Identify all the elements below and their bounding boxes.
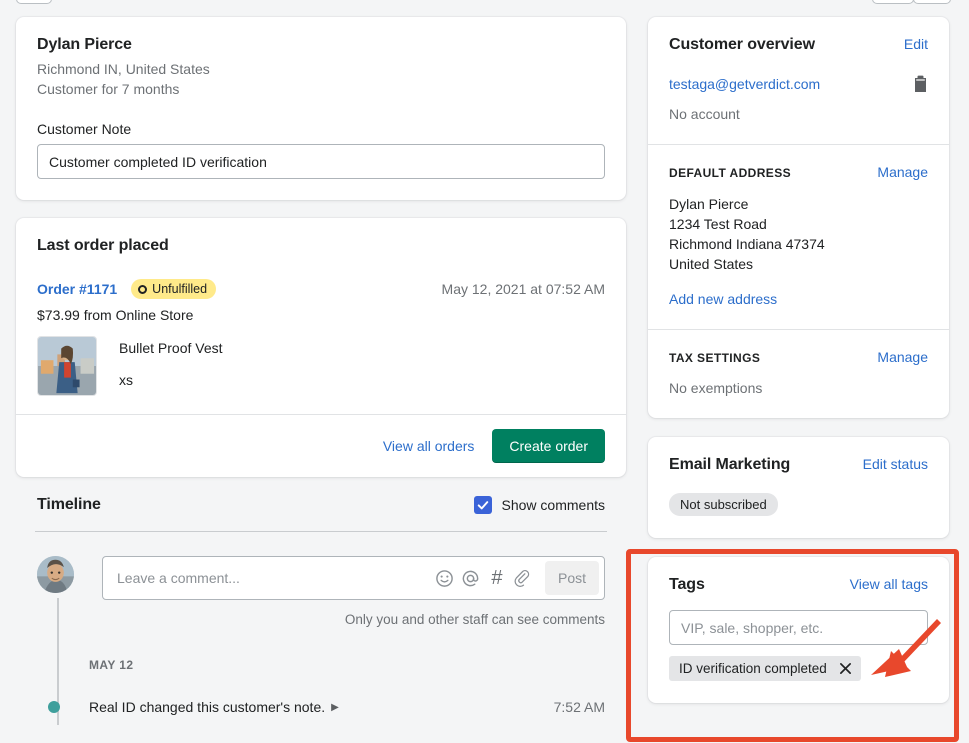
tax-settings-heading: TAX SETTINGS <box>669 351 761 365</box>
customer-summary-card: Dylan Pierce Richmond IN, United States … <box>16 17 626 200</box>
tax-status: No exemptions <box>669 380 763 396</box>
order-link[interactable]: Order #1171 <box>37 281 117 297</box>
status-badge-label: Unfulfilled <box>152 282 208 296</box>
email-subscription-status-badge: Not subscribed <box>669 493 778 516</box>
comment-input-row[interactable]: Leave a comment... # Post <box>102 556 605 600</box>
tag-chip: ID verification completed <box>669 656 861 681</box>
side-column: Customer overview Edit testaga@getverdic… <box>648 17 949 703</box>
close-icon[interactable] <box>839 662 852 675</box>
hashtag-icon[interactable]: # <box>484 565 510 591</box>
partial-button-top-right-1[interactable] <box>872 0 914 4</box>
email-marketing-header: Email Marketing Edit status <box>669 456 928 474</box>
timeline-dot-icon <box>48 701 60 713</box>
address-header: DEFAULT ADDRESS Manage <box>669 164 928 180</box>
order-amount-source: $73.99 from Online Store <box>37 307 194 323</box>
comment-visibility-hint: Only you and other staff can see comment… <box>344 612 605 627</box>
timeline-divider <box>35 531 607 532</box>
mention-icon[interactable] <box>458 565 484 591</box>
address-line: United States <box>669 256 754 272</box>
customer-overview-title: Customer overview <box>669 36 815 53</box>
email-marketing-card: Email Marketing Edit status Not subscrib… <box>648 437 949 538</box>
avatar <box>37 556 74 593</box>
post-comment-button[interactable]: Post <box>544 561 599 595</box>
timeline-header: Timeline Show comments <box>21 496 621 514</box>
tag-chip-label: ID verification completed <box>679 661 827 676</box>
product-variant: xs <box>119 372 133 388</box>
timeline-body: Leave a comment... # Post Only you and o… <box>21 556 621 725</box>
manage-address-link[interactable]: Manage <box>877 164 928 180</box>
customer-detail-page: Dylan Pierce Richmond IN, United States … <box>0 0 969 743</box>
address-line: 1234 Test Road <box>669 216 767 232</box>
add-new-address-link[interactable]: Add new address <box>669 291 777 307</box>
email-row: testaga@getverdict.com <box>669 75 928 93</box>
view-all-tags-link[interactable]: View all tags <box>850 576 928 592</box>
manage-tax-link[interactable]: Manage <box>877 349 928 365</box>
edit-email-status-link[interactable]: Edit status <box>863 456 928 472</box>
timeline-title: Timeline <box>37 496 101 513</box>
last-order-footer: View all orders Create order <box>16 414 626 477</box>
timeline-date-group: MAY 12 <box>89 658 134 672</box>
show-comments-checkbox[interactable] <box>473 496 492 514</box>
product-thumbnail <box>37 336 97 396</box>
customer-location: Richmond IN, United States <box>37 61 210 77</box>
tax-header: TAX SETTINGS Manage <box>669 349 928 365</box>
unfulfilled-ring-icon <box>138 284 148 294</box>
clipboard-icon[interactable] <box>913 75 928 93</box>
timeline-event-time: 7:52 AM <box>553 699 605 715</box>
comment-placeholder: Leave a comment... <box>117 570 240 586</box>
partial-button-top-right-2[interactable] <box>913 0 951 4</box>
tags-card: Tags View all tags VIP, sale, shopper, e… <box>648 557 949 703</box>
customer-name: Dylan Pierce <box>37 36 132 53</box>
email-marketing-title: Email Marketing <box>669 456 791 473</box>
expand-caret-icon[interactable]: ▶ <box>331 702 339 713</box>
timeline-event: Real ID changed this customer's note. ▶ … <box>37 699 605 715</box>
address-line: Richmond Indiana 47374 <box>669 236 825 252</box>
status-badge: Unfulfilled <box>131 279 217 299</box>
main-column: Dylan Pierce Richmond IN, United States … <box>16 17 626 725</box>
tags-header: Tags View all tags <box>669 576 928 594</box>
customer-tenure: Customer for 7 months <box>37 81 180 97</box>
tags-input[interactable]: VIP, sale, shopper, etc. <box>669 610 928 645</box>
create-order-button[interactable]: Create order <box>492 429 605 463</box>
timeline-event-text: Real ID changed this customer's note. <box>89 699 326 715</box>
default-address-section: DEFAULT ADDRESS Manage Dylan Pierce 1234… <box>648 145 949 329</box>
tax-settings-section: TAX SETTINGS Manage No exemptions <box>648 330 949 418</box>
address-line: Dylan Pierce <box>669 196 749 212</box>
default-address-heading: DEFAULT ADDRESS <box>669 166 792 180</box>
customer-note-input[interactable]: Customer completed ID verification <box>37 144 605 179</box>
attachment-icon[interactable] <box>510 565 536 591</box>
emoji-icon[interactable] <box>432 565 458 591</box>
partial-button-top-left[interactable] <box>16 0 52 4</box>
order-date: May 12, 2021 at 07:52 AM <box>441 281 605 297</box>
view-all-orders-link[interactable]: View all orders <box>383 438 475 454</box>
show-comments-toggle[interactable]: Show comments <box>473 496 605 514</box>
order-header-row: Order #1171 Unfulfilled May 12, 2021 at … <box>37 279 605 299</box>
overview-contact-section: Customer overview Edit testaga@getverdic… <box>648 17 949 144</box>
edit-overview-link[interactable]: Edit <box>904 36 928 52</box>
show-comments-label: Show comments <box>501 497 605 513</box>
comment-composer: Leave a comment... # Post Only you and o… <box>37 556 605 627</box>
account-status: No account <box>669 106 740 122</box>
customer-overview-card: Customer overview Edit testaga@getverdic… <box>648 17 949 418</box>
overview-header: Customer overview Edit <box>669 36 928 54</box>
customer-email-link[interactable]: testaga@getverdict.com <box>669 76 820 92</box>
order-product-row: Bullet Proof Vest xs <box>37 336 605 396</box>
tags-title: Tags <box>669 576 705 593</box>
last-order-title: Last order placed <box>37 237 169 254</box>
customer-note-label: Customer Note <box>37 121 132 137</box>
product-title: Bullet Proof Vest <box>119 340 223 356</box>
last-order-card: Last order placed Order #1171 Unfulfille… <box>16 218 626 477</box>
timeline-section: Timeline Show comments Leave a comment..… <box>16 496 626 725</box>
